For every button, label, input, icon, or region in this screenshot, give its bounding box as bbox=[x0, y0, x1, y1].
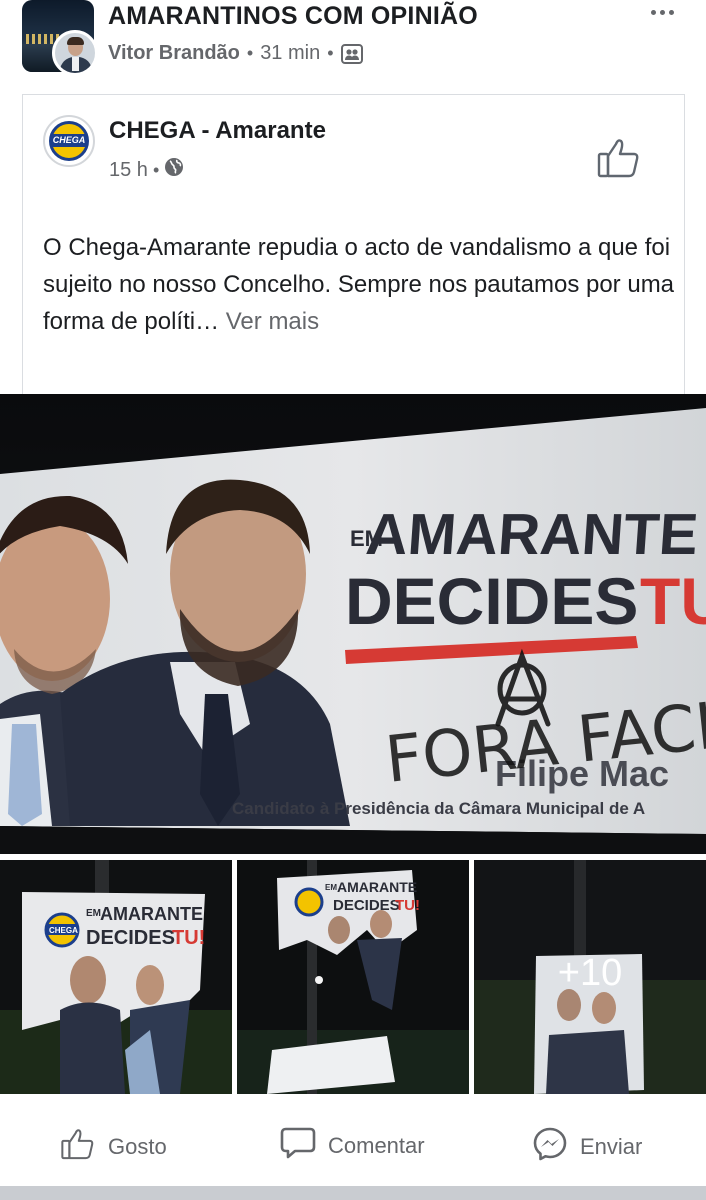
see-more-link[interactable]: Ver mais bbox=[226, 308, 319, 335]
like-button[interactable]: Gosto bbox=[60, 1126, 167, 1168]
meta-separator: • bbox=[246, 43, 254, 63]
thumb2-headline-em: EM bbox=[325, 883, 337, 892]
author-avatar[interactable] bbox=[52, 30, 98, 76]
thumb1-logo-text: CHEGA bbox=[49, 926, 78, 935]
group-members-icon bbox=[340, 43, 363, 64]
thumb1-headline-amarante: AMARANTE bbox=[100, 904, 203, 924]
shared-post-meta: 15 h • bbox=[109, 157, 184, 183]
send-button[interactable]: Enviar bbox=[532, 1126, 642, 1168]
shared-post-card[interactable]: CHEGA CHEGA - Amarante 15 h • O Chega-Am… bbox=[22, 94, 685, 394]
photo-thumbnail-1[interactable]: CHEGA EM AMARANTE DECIDES TU! bbox=[0, 860, 232, 1094]
thumb1-headline-tu: TU! bbox=[172, 927, 205, 949]
main-photo[interactable]: EM AMARANTE DECIDES TU Filipe Mac Candid… bbox=[0, 394, 706, 854]
post-body: O Chega-Amarante repudia o acto de vanda… bbox=[43, 229, 683, 340]
main-photo-headline-tu: TU bbox=[640, 564, 706, 638]
page-logo-text: CHEGA bbox=[51, 134, 87, 147]
main-photo-headline-amarante: AMARANTE bbox=[364, 502, 700, 567]
thumb2-headline-decides: DECIDES bbox=[333, 897, 400, 914]
globe-icon bbox=[164, 157, 184, 183]
photo-thumbnail-2[interactable]: EM AMARANTE DECIDES TU! bbox=[237, 860, 469, 1094]
post-action-bar: Gosto Comentar Enviar bbox=[0, 1106, 706, 1186]
main-photo-subtitle: Candidato à Presidência da Câmara Munici… bbox=[232, 799, 645, 818]
main-photo-headline-decides: DECIDES bbox=[345, 564, 638, 638]
group-name[interactable]: AMARANTINOS COM OPINIÃO bbox=[108, 2, 478, 31]
send-label: Enviar bbox=[580, 1134, 643, 1159]
page-name[interactable]: CHEGA - Amarante bbox=[109, 117, 326, 145]
photo-thumbnails: CHEGA EM AMARANTE DECIDES TU! EM AMARANT… bbox=[0, 860, 706, 1094]
author-name[interactable]: Vitor Brandão bbox=[108, 42, 240, 65]
comment-label: Comentar bbox=[328, 1133, 425, 1158]
post-text: O Chega-Amarante repudia o acto de vanda… bbox=[43, 234, 675, 335]
comment-bubble-icon bbox=[280, 1126, 316, 1166]
feed-divider bbox=[0, 1186, 706, 1200]
post-meta: Vitor Brandão • 31 min • bbox=[108, 42, 363, 65]
group-post-header: AMARANTINOS COM OPINIÃO Vitor Brandão • … bbox=[0, 0, 706, 86]
thumb2-headline-tu: TU! bbox=[395, 897, 420, 914]
thumb1-headline-em: EM bbox=[86, 908, 101, 919]
like-page-icon[interactable] bbox=[596, 135, 642, 181]
page-logo[interactable]: CHEGA bbox=[43, 115, 95, 167]
shared-post-time[interactable]: 15 h bbox=[109, 159, 148, 182]
more-options-icon[interactable] bbox=[651, 10, 674, 15]
photo-thumbnail-3[interactable]: +10 bbox=[474, 860, 706, 1094]
more-photos-count[interactable]: +10 bbox=[474, 952, 706, 995]
comment-button[interactable]: Comentar bbox=[280, 1126, 425, 1166]
thumb2-headline-amarante: AMARANTE bbox=[337, 879, 417, 895]
thumbs-up-icon bbox=[60, 1126, 96, 1168]
thumb1-headline-decides: DECIDES bbox=[86, 927, 175, 949]
post-time[interactable]: 31 min bbox=[260, 42, 320, 65]
meta-separator: • bbox=[152, 159, 160, 180]
messenger-icon bbox=[532, 1126, 568, 1168]
meta-separator: • bbox=[327, 43, 334, 63]
like-label: Gosto bbox=[108, 1134, 167, 1159]
